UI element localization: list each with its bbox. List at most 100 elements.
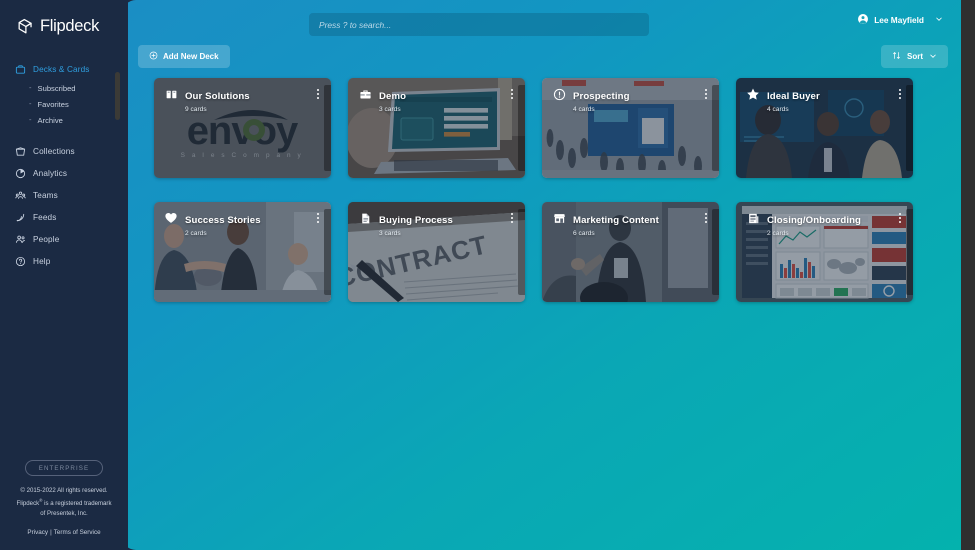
copyright-line-3: of Presentek, Inc.: [40, 510, 88, 518]
deck-card-count: 4 cards: [573, 106, 595, 113]
sidebar-subitem-archive[interactable]: - Archive: [0, 112, 128, 128]
teams-icon: [15, 190, 26, 201]
sidebar-subitem-subscribed[interactable]: - Subscribed: [0, 80, 128, 96]
deck-options-menu-button[interactable]: [313, 213, 323, 223]
star-icon: [746, 87, 760, 101]
copyright-text: © 2015-2022 All rights reserved. Flipdec…: [10, 486, 118, 520]
deck-options-menu-button[interactable]: [895, 89, 905, 99]
brand-name: Flipdeck: [40, 17, 100, 35]
people-icon: [15, 234, 26, 245]
deck-grid: envoy S a l e s C o m p a n y Our Soluti…: [122, 74, 975, 302]
deck-header: Ideal Buyer 4 cards: [736, 78, 913, 113]
deck-card[interactable]: Closing/Onboarding 2 cards: [736, 202, 913, 302]
file-icon: [358, 211, 372, 225]
sidebar-item-label: People: [33, 234, 60, 244]
bullet-dash-icon: -: [29, 115, 32, 125]
deck-options-menu-button[interactable]: [313, 89, 323, 99]
sidebar-item-label: Collections: [33, 146, 75, 156]
deck-stack-edge: [906, 209, 913, 295]
copyright-line-1: © 2015-2022 All rights reserved.: [20, 487, 108, 494]
heart-icon: [164, 211, 178, 225]
book-icon: [164, 87, 178, 101]
chevron-down-icon: [935, 15, 943, 25]
deck-card-count: 4 cards: [767, 106, 789, 113]
briefcase-icon: [358, 87, 372, 101]
deck-card-count: 3 cards: [379, 106, 401, 113]
deck-options-menu-button[interactable]: [507, 89, 517, 99]
enterprise-badge[interactable]: ENTERPRISE: [24, 460, 104, 476]
deck-card[interactable]: Marketing Content 6 cards: [542, 202, 719, 302]
deck-card[interactable]: envoy S a l e s C o m p a n y Our Soluti…: [154, 78, 331, 178]
deck-card[interactable]: Prospecting 4 cards: [542, 78, 719, 178]
deck-meta: Ideal Buyer 4 cards: [767, 86, 888, 113]
deck-card[interactable]: Success Stories 2 cards: [154, 202, 331, 302]
deck-card[interactable]: CONTRACT Buying Process 3 cards: [348, 202, 525, 302]
add-new-deck-button[interactable]: Add New Deck: [138, 45, 230, 68]
sidebar-item-decks-and-cards[interactable]: Decks & Cards: [0, 58, 128, 80]
deck-card-count: 6 cards: [573, 230, 595, 237]
sidebar-item-label: Analytics: [33, 168, 68, 178]
sidebar-item-people[interactable]: People: [0, 228, 128, 250]
sidebar-nav: Decks & Cards - Subscribed - Favorites -…: [0, 58, 128, 272]
sidebar-item-collections[interactable]: Collections: [0, 140, 128, 162]
deck-card-count: 2 cards: [767, 230, 789, 237]
sidebar-item-teams[interactable]: Teams: [0, 184, 128, 206]
sidebar: Flipdeck Decks & Cards - Subscribed - Fa…: [0, 0, 128, 550]
help-icon: [15, 256, 26, 267]
collections-icon: [15, 146, 26, 157]
deck-header: Closing/Onboarding 2 cards: [736, 202, 913, 237]
search-container: [309, 13, 649, 36]
deck-stack-edge: [712, 209, 719, 295]
sidebar-item-feeds[interactable]: Feeds: [0, 206, 128, 228]
deck-title: Our Solutions: [185, 91, 250, 102]
sidebar-subitem-favorites[interactable]: - Favorites: [0, 96, 128, 112]
sidebar-item-analytics[interactable]: Analytics: [0, 162, 128, 184]
deck-card[interactable]: Ideal Buyer 4 cards: [736, 78, 913, 178]
chevron-down-icon: [929, 52, 937, 62]
deck-options-menu-button[interactable]: [507, 213, 517, 223]
link-separator: |: [50, 529, 52, 536]
user-circle-icon: [857, 13, 869, 27]
deck-header: Marketing Content 6 cards: [542, 202, 719, 237]
feeds-icon: [15, 212, 26, 223]
deck-card-count: 2 cards: [185, 230, 207, 237]
user-menu[interactable]: Lee Mayfield: [857, 13, 943, 27]
sort-label: Sort: [907, 52, 923, 61]
deck-options-menu-button[interactable]: [895, 213, 905, 223]
deck-title: Buying Process: [379, 215, 453, 226]
top-bar: Lee Mayfield: [122, 0, 975, 41]
deck-options-menu-button[interactable]: [701, 89, 711, 99]
terms-link[interactable]: Terms of Service: [54, 529, 101, 536]
footer-links: Privacy | Terms of Service: [10, 529, 118, 536]
sort-button[interactable]: Sort: [881, 45, 948, 68]
deck-stack-edge: [324, 85, 331, 171]
deck-title: Closing/Onboarding: [767, 215, 861, 226]
newspaper-icon: [746, 211, 760, 225]
search-input[interactable]: [309, 13, 649, 36]
page-scrollbar[interactable]: [961, 0, 975, 550]
deck-header: Prospecting 4 cards: [542, 78, 719, 113]
sidebar-scrollbar-thumb[interactable]: [115, 72, 120, 120]
sidebar-footer: ENTERPRISE © 2015-2022 All rights reserv…: [0, 457, 128, 550]
deck-header: Success Stories 2 cards: [154, 202, 331, 237]
analytics-icon: [15, 168, 26, 179]
sidebar-subitem-label: Archive: [37, 115, 63, 125]
add-new-deck-label: Add New Deck: [163, 52, 219, 61]
deck-options-menu-button[interactable]: [701, 213, 711, 223]
decks-icon: [15, 64, 26, 75]
deck-meta: Success Stories 2 cards: [185, 210, 306, 237]
privacy-link[interactable]: Privacy: [27, 529, 48, 536]
main-content: Lee Mayfield Add New Deck: [122, 0, 975, 550]
trademark-name: Flipdeck: [16, 499, 40, 507]
bullet-dash-icon: -: [29, 99, 32, 109]
sidebar-item-help[interactable]: Help: [0, 250, 128, 272]
deck-card[interactable]: Demo 3 cards: [348, 78, 525, 178]
deck-card-count: 9 cards: [185, 106, 207, 113]
store-icon: [552, 211, 566, 225]
deck-meta: Buying Process 3 cards: [379, 210, 500, 237]
bullet-dash-icon: -: [29, 83, 32, 93]
app-window: Flipdeck Decks & Cards - Subscribed - Fa…: [0, 0, 975, 550]
brand-logo[interactable]: Flipdeck: [0, 0, 128, 36]
sidebar-subitem-label: Subscribed: [37, 83, 76, 93]
